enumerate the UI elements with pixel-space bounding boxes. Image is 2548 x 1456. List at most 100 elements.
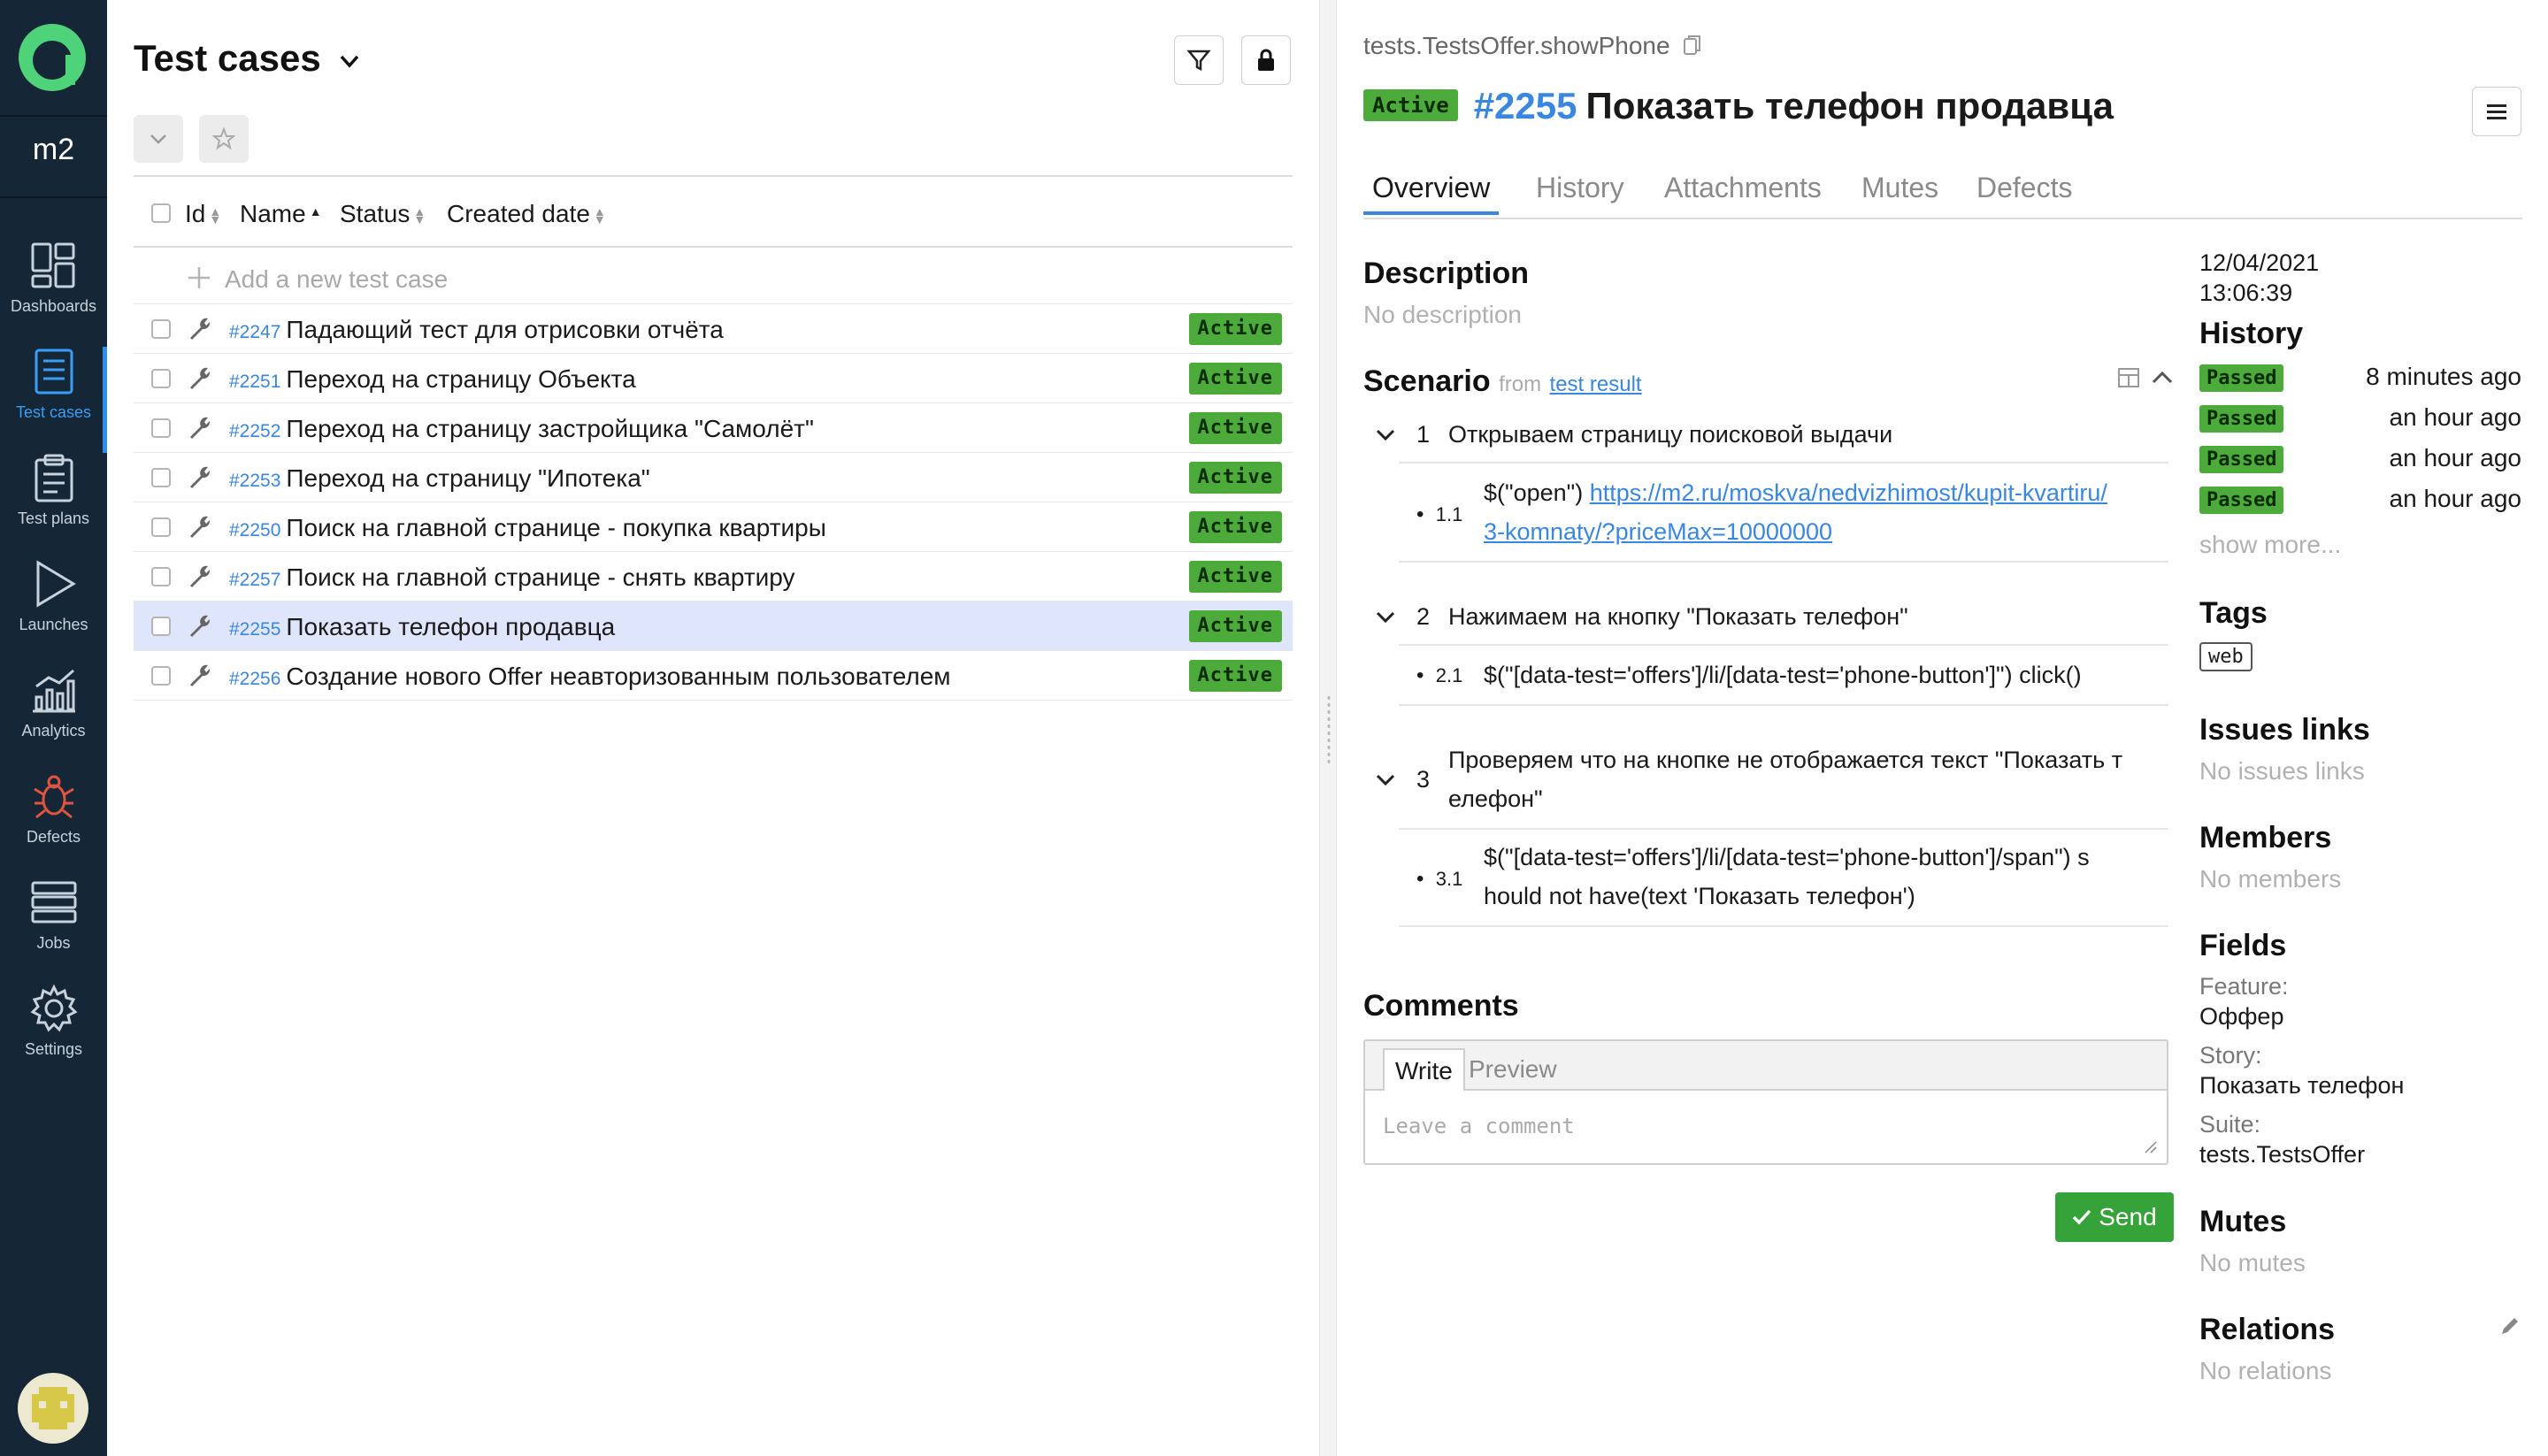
description-text: No description <box>1363 301 1522 328</box>
tab-defects[interactable]: Defects <box>1976 172 2072 204</box>
app-logo-icon[interactable] <box>14 19 90 96</box>
row-checkbox[interactable] <box>151 468 171 487</box>
lock-button[interactable] <box>1241 35 1291 85</box>
test-case-row[interactable]: #2257 Поиск на главной странице - снять к… <box>134 552 1293 602</box>
col-status-header[interactable]: Status ▲ ▼ <box>340 200 426 228</box>
test-case-row[interactable]: #2251 Переход на страницу Объекта Active <box>134 354 1293 403</box>
test-case-row[interactable]: #2256 Создание нового Offer неавторизован… <box>134 651 1293 701</box>
row-id[interactable]: #2257 <box>229 570 280 590</box>
row-checkbox[interactable] <box>151 319 171 339</box>
row-text: #2250 Поиск на главной странице - покупка… <box>229 514 826 542</box>
col-created-header[interactable]: Created date ▲ ▼ <box>447 200 606 228</box>
row-id[interactable]: #2256 <box>229 669 280 689</box>
row-checkbox[interactable] <box>151 418 171 438</box>
mutes-heading: Mutes <box>2199 1205 2287 1238</box>
nav-settings-label: Settings <box>24 1040 83 1058</box>
nav-test-plans[interactable]: Test plans <box>0 453 107 559</box>
tag-chip[interactable]: web <box>2199 642 2253 671</box>
detail-tabs: Overview History Attachments Mutes Defec… <box>1362 166 2522 219</box>
show-more-link[interactable]: show more... <box>2199 531 2341 559</box>
row-id[interactable]: #2255 <box>229 619 280 640</box>
scenario-source-link[interactable]: test result <box>1550 372 1642 396</box>
edit-pencil-icon[interactable] <box>2498 1314 2521 1337</box>
row-checkbox[interactable] <box>151 666 171 686</box>
row-name: Поиск на главной странице - покупка квар… <box>286 514 826 541</box>
chevron-down-icon[interactable] <box>1375 426 1396 444</box>
send-button[interactable]: Send <box>2055 1192 2174 1242</box>
nav-launches[interactable]: Launches <box>0 559 107 665</box>
project-name[interactable]: m2 <box>0 133 107 167</box>
nav-settings[interactable]: Settings <box>0 984 107 1090</box>
divider <box>0 196 107 198</box>
add-test-case-row[interactable]: Add a new test case <box>134 255 1293 304</box>
layout-toggle-icon[interactable] <box>2117 366 2140 389</box>
nav-jobs[interactable]: Jobs <box>0 877 107 984</box>
test-case-row[interactable]: #2250 Поиск на главной странице - покупка… <box>134 502 1293 552</box>
chevron-up-icon[interactable] <box>2151 368 2174 387</box>
copy-icon[interactable] <box>1684 34 1701 56</box>
history-row[interactable]: Passed 8 minutes ago <box>2199 363 2521 398</box>
pane-splitter[interactable] <box>1319 0 1337 1456</box>
tab-history[interactable]: History <box>1536 172 1624 204</box>
tab-mutes[interactable]: Mutes <box>1861 172 1938 204</box>
history-row[interactable]: Passed an hour ago <box>2199 403 2521 439</box>
comment-input[interactable]: Leave a comment <box>1383 1114 1575 1138</box>
substep-1-1-url-line2[interactable]: 3-komnaty/?priceMax=10000000 <box>1484 518 1832 546</box>
select-all-checkbox[interactable] <box>151 203 171 223</box>
chevron-down-icon <box>341 55 359 68</box>
nav-analytics[interactable]: Analytics <box>0 665 107 771</box>
row-id[interactable]: #2253 <box>229 471 280 491</box>
settings-icon <box>29 984 78 1032</box>
row-name: Падающий тест для отрисовки отчёта <box>286 316 724 343</box>
nav-test-cases[interactable]: Test cases <box>0 347 107 453</box>
row-text: #2256 Создание нового Offer неавторизован… <box>229 663 951 691</box>
bulk-actions-button[interactable] <box>134 115 183 163</box>
row-text: #2253 Переход на страницу "Ипотека" <box>229 464 650 493</box>
resize-handle-icon[interactable] <box>2144 1140 2158 1154</box>
row-id[interactable]: #2250 <box>229 520 280 540</box>
chevron-down-icon[interactable] <box>1375 771 1396 789</box>
chevron-down-icon[interactable] <box>1375 609 1396 626</box>
nav-defects[interactable]: Defects <box>0 771 107 877</box>
row-checkbox[interactable] <box>151 567 171 586</box>
tab-overview[interactable]: Overview <box>1362 172 1500 215</box>
col-id-header[interactable]: Id ▲ ▼ <box>185 200 221 228</box>
row-id[interactable]: #2251 <box>229 372 280 392</box>
filter-button[interactable] <box>1174 35 1224 85</box>
row-checkbox[interactable] <box>151 369 171 388</box>
menu-button[interactable] <box>2472 87 2521 136</box>
comment-tab-write[interactable]: Write <box>1383 1048 1465 1091</box>
row-id[interactable]: #2252 <box>229 421 280 441</box>
test-case-row[interactable]: #2247 Падающий тест для отрисовки отчёта A… <box>134 304 1293 354</box>
test-case-row[interactable]: #2255 Показать телефон продавца Active <box>134 602 1293 651</box>
row-name: Показать телефон продавца <box>286 613 616 640</box>
row-text: #2251 Переход на страницу Объекта <box>229 365 636 394</box>
wrench-icon <box>190 516 211 538</box>
comment-tab-preview[interactable]: Preview <box>1458 1048 1568 1091</box>
row-id[interactable]: #2247 <box>229 322 280 342</box>
relations-empty: No relations <box>2199 1357 2332 1384</box>
substep-3-1-line2: hould not have(text 'Показать телефон') <box>1484 883 1915 909</box>
test-case-title[interactable]: Показать телефон продавца <box>1586 85 2114 126</box>
test-case-row[interactable]: #2252 Переход на страницу застройщика "Са… <box>134 403 1293 453</box>
wrench-icon <box>190 466 211 488</box>
test-case-detail: tests.TestsOffer.showPhone Active #2255 По… <box>1337 0 2548 1456</box>
row-checkbox[interactable] <box>151 617 171 636</box>
col-name-header[interactable]: Name ▲ ▼ <box>240 200 322 228</box>
wrench-icon <box>190 615 211 637</box>
fields-heading: Fields <box>2199 929 2287 962</box>
user-avatar[interactable] <box>18 1373 88 1444</box>
col-created-label: Created date <box>447 200 590 227</box>
list-title-dropdown[interactable]: Test cases <box>134 37 361 80</box>
col-id-label: Id <box>185 200 206 227</box>
history-row[interactable]: Passed an hour ago <box>2199 485 2521 520</box>
divider <box>1399 644 2168 646</box>
history-row[interactable]: Passed an hour ago <box>2199 444 2521 479</box>
favorites-button[interactable] <box>199 115 249 163</box>
substep-1-1-url-line1[interactable]: https://m2.ru/moskva/nedvizhimost/kupit-… <box>1590 479 2107 506</box>
drag-handle-icon[interactable] <box>1326 694 1332 765</box>
row-checkbox[interactable] <box>151 517 171 537</box>
tab-attachments[interactable]: Attachments <box>1664 172 1822 204</box>
nav-dashboards[interactable]: Dashboards <box>0 241 107 347</box>
test-case-row[interactable]: #2253 Переход на страницу "Ипотека" Active <box>134 453 1293 502</box>
